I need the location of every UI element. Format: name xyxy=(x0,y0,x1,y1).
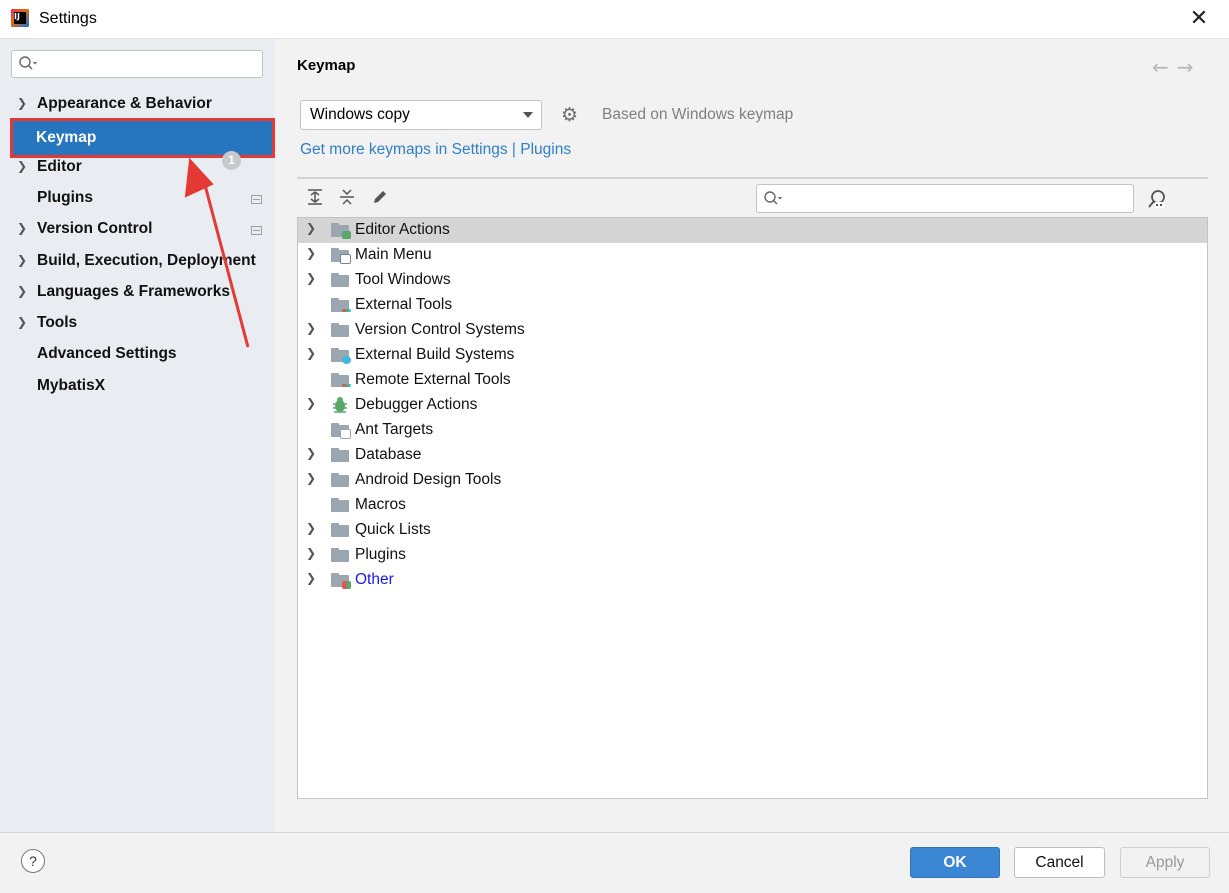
cancel-button[interactable]: Cancel xyxy=(1014,847,1105,878)
other-folder-icon xyxy=(331,573,351,589)
project-level-icon xyxy=(251,226,262,235)
title-bar: IJ Settings ✕ xyxy=(0,0,1229,39)
sidebar-item-appearance-behavior[interactable]: ❯ Appearance & Behavior xyxy=(11,90,275,120)
folder-icon xyxy=(331,473,349,487)
sidebar-item-build-execution-deployment[interactable]: ❯ Build, Execution, Deployment xyxy=(11,247,275,277)
folder-icon xyxy=(331,523,349,537)
more-keymaps-link[interactable]: Get more keymaps in Settings | Plugins xyxy=(300,141,571,159)
tree-row-remote-external-tools[interactable]: Remote External Tools xyxy=(298,368,1207,393)
apply-button[interactable]: Apply xyxy=(1120,847,1210,878)
page-title: Keymap xyxy=(297,57,356,74)
tree-row-debugger-actions[interactable]: ❯ Debugger Actions xyxy=(298,393,1207,418)
folder-icon xyxy=(331,548,349,562)
chevron-right-icon: ❯ xyxy=(306,521,317,535)
chevron-right-icon: ❯ xyxy=(17,159,28,173)
tree-row-database[interactable]: ❯ Database xyxy=(298,443,1207,468)
actions-tree[interactable]: ❯ Editor Actions ❯ Main Menu ❯ Tool Wind… xyxy=(297,217,1208,799)
tree-row-android-design-tools[interactable]: ❯ Android Design Tools xyxy=(298,468,1207,493)
collapse-all-icon[interactable] xyxy=(337,188,357,208)
tree-row-main-menu[interactable]: ❯ Main Menu xyxy=(298,243,1207,268)
chevron-right-icon: ❯ xyxy=(306,546,317,560)
sidebar-item-advanced-settings[interactable]: Advanced Settings xyxy=(11,340,275,370)
tree-row-plugins[interactable]: ❯ Plugins xyxy=(298,543,1207,568)
external-tools-folder-icon xyxy=(331,298,351,312)
chevron-right-icon: ❯ xyxy=(17,253,28,267)
plugins-update-badge: 1 xyxy=(222,151,241,170)
search-icon xyxy=(19,56,37,70)
chevron-right-icon: ❯ xyxy=(306,571,317,585)
folder-icon xyxy=(331,448,349,462)
chevron-right-icon: ❯ xyxy=(306,346,317,360)
search-icon xyxy=(764,191,782,205)
folder-icon xyxy=(331,498,349,512)
divider xyxy=(297,177,1208,179)
find-by-shortcut-icon[interactable] xyxy=(1146,188,1168,210)
tree-row-tool-windows[interactable]: ❯ Tool Windows xyxy=(298,268,1207,293)
forward-arrow-icon[interactable]: → xyxy=(1177,55,1202,79)
project-level-icon xyxy=(251,195,262,204)
bug-icon xyxy=(333,397,347,413)
tree-row-version-control-systems[interactable]: ❯ Version Control Systems xyxy=(298,318,1207,343)
chevron-right-icon: ❯ xyxy=(17,221,28,235)
sidebar-item-tools[interactable]: ❯ Tools xyxy=(11,309,275,339)
intellij-logo-icon: IJ xyxy=(11,9,29,27)
chevron-right-icon: ❯ xyxy=(306,396,317,410)
tree-row-editor-actions[interactable]: ❯ Editor Actions xyxy=(298,218,1207,243)
tree-row-external-build-systems[interactable]: ❯ External Build Systems xyxy=(298,343,1207,368)
main-menu-folder-icon xyxy=(331,248,351,264)
chevron-right-icon: ❯ xyxy=(306,221,317,235)
chevron-right-icon: ❯ xyxy=(306,246,317,260)
action-search-input[interactable] xyxy=(756,184,1134,213)
based-on-label: Based on Windows keymap xyxy=(602,106,794,123)
sidebar-item-plugins[interactable]: Plugins xyxy=(11,184,275,214)
sidebar-item-version-control[interactable]: ❯ Version Control xyxy=(11,215,275,245)
folder-icon xyxy=(331,273,349,287)
tree-row-quick-lists[interactable]: ❯ Quick Lists xyxy=(298,518,1207,543)
sidebar-item-mybatisx[interactable]: MybatisX xyxy=(11,372,275,402)
window-title: Settings xyxy=(39,10,97,27)
ok-button[interactable]: OK xyxy=(910,847,1000,878)
tree-row-other[interactable]: ❯ Other xyxy=(298,568,1207,593)
keymap-dropdown[interactable]: Windows copy xyxy=(300,100,542,130)
tree-row-external-tools[interactable]: External Tools xyxy=(298,293,1207,318)
tree-row-macros[interactable]: Macros xyxy=(298,493,1207,518)
tree-row-ant-targets[interactable]: Ant Targets xyxy=(298,418,1207,443)
chevron-right-icon: ❯ xyxy=(306,321,317,335)
chevron-right-icon: ❯ xyxy=(306,271,317,285)
chevron-right-icon: ❯ xyxy=(17,96,28,110)
external-build-folder-icon xyxy=(331,348,351,364)
folder-icon xyxy=(331,323,349,337)
chevron-right-icon: ❯ xyxy=(306,446,317,460)
gear-icon[interactable]: ⚙ xyxy=(561,104,578,126)
nav-arrows: ←→ xyxy=(1152,55,1202,79)
chevron-down-icon xyxy=(523,112,533,118)
help-button[interactable]: ? xyxy=(21,849,45,873)
edit-pencil-icon[interactable] xyxy=(370,188,390,208)
remote-tools-folder-icon xyxy=(331,373,351,387)
expand-all-icon[interactable] xyxy=(305,188,325,208)
ant-folder-icon xyxy=(331,423,351,439)
close-icon[interactable]: ✕ xyxy=(1186,6,1212,32)
chevron-right-icon: ❯ xyxy=(306,471,317,485)
sidebar-search-input[interactable] xyxy=(11,50,263,78)
chevron-right-icon: ❯ xyxy=(17,284,28,298)
chevron-right-icon: ❯ xyxy=(17,315,28,329)
back-arrow-icon[interactable]: ← xyxy=(1152,55,1177,79)
sidebar-item-languages-frameworks[interactable]: ❯ Languages & Frameworks xyxy=(11,278,275,308)
editor-actions-folder-icon xyxy=(331,223,351,239)
